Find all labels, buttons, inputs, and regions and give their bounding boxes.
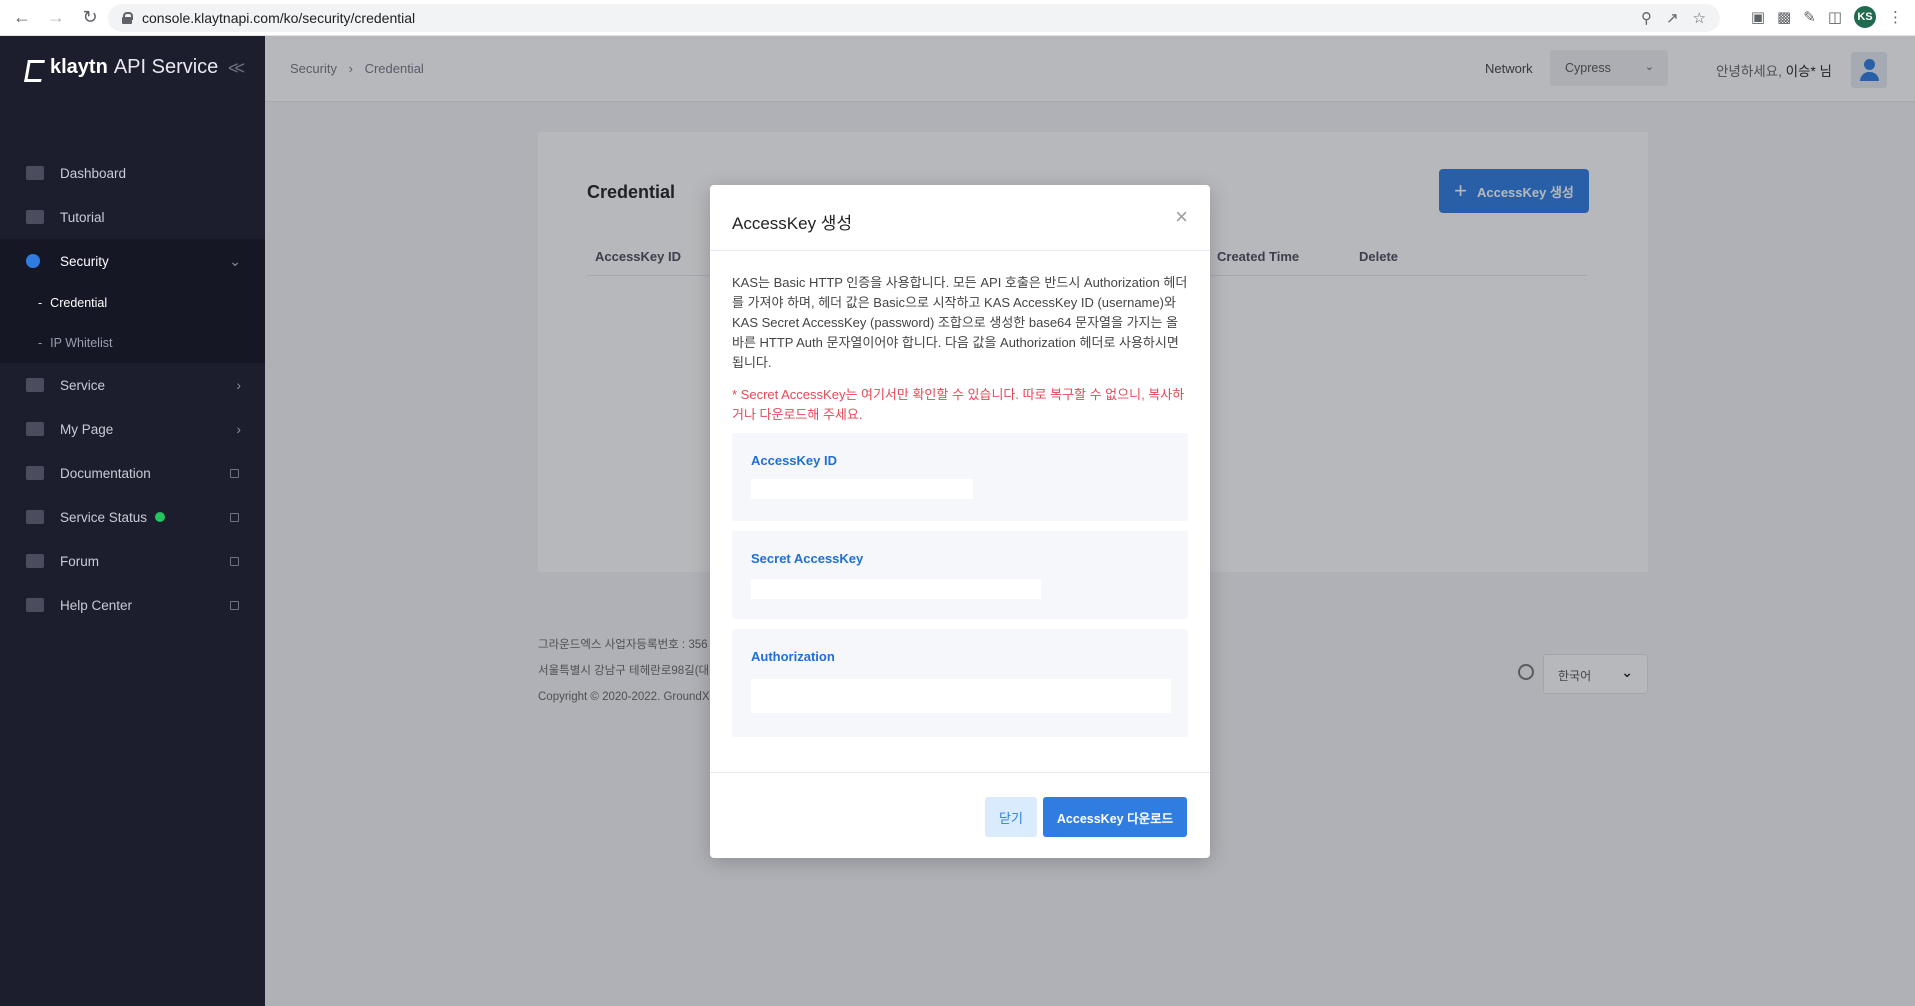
sidebar-item-tutorial[interactable]: Tutorial bbox=[0, 195, 265, 239]
sidebar-item-service-status[interactable]: Service Status bbox=[0, 495, 265, 539]
bookmark-star-icon[interactable]: ☆ bbox=[1693, 9, 1706, 27]
sidebar-menu: Dashboard Tutorial Security ⌄ - Credentia… bbox=[0, 151, 265, 627]
sidebar-item-dashboard[interactable]: Dashboard bbox=[0, 151, 265, 195]
external-link-icon bbox=[230, 468, 239, 478]
translate-icon[interactable]: ▩ bbox=[1777, 8, 1791, 26]
sidebar: klaytn API Service << Dashboard Tutorial… bbox=[0, 36, 265, 1006]
sidebar-item-documentation[interactable]: Documentation bbox=[0, 451, 265, 495]
address-bar[interactable]: console.klaytnapi.com/ko/security/creden… bbox=[108, 4, 1720, 32]
sidebar-item-my-page[interactable]: My Page › bbox=[0, 407, 265, 451]
sun-icon bbox=[26, 510, 44, 524]
field-label: AccessKey ID bbox=[751, 453, 837, 468]
headset-icon bbox=[26, 598, 44, 612]
back-icon[interactable]: ← bbox=[12, 7, 32, 28]
close-icon[interactable]: × bbox=[1175, 206, 1188, 228]
sidebar-item-help-center[interactable]: Help Center bbox=[0, 583, 265, 627]
close-button[interactable]: 닫기 bbox=[985, 797, 1037, 837]
extensions-icon[interactable]: ✎ bbox=[1803, 8, 1816, 26]
external-link-icon bbox=[230, 600, 239, 610]
user-icon bbox=[26, 422, 44, 436]
menu-icon[interactable]: ⋮ bbox=[1888, 8, 1903, 26]
sidebar-item-ip-whitelist[interactable]: - IP Whitelist bbox=[0, 323, 265, 363]
download-accesskey-button[interactable]: AccessKey 다운로드 bbox=[1043, 797, 1187, 837]
authorization-value[interactable] bbox=[751, 679, 1171, 713]
sidebar-item-service[interactable]: Service › bbox=[0, 363, 265, 407]
accesskey-id-field: AccessKey ID bbox=[732, 433, 1188, 521]
status-indicator bbox=[155, 512, 166, 522]
collapse-sidebar-icon[interactable]: << bbox=[228, 58, 245, 79]
lock-icon bbox=[122, 12, 133, 24]
sidepanel-icon[interactable]: ◫ bbox=[1828, 8, 1842, 26]
sidebar-item-credential[interactable]: - Credential bbox=[0, 283, 265, 323]
security-submenu: - Credential - IP Whitelist bbox=[0, 283, 265, 363]
profile-avatar[interactable]: KS bbox=[1854, 6, 1876, 28]
video-icon bbox=[26, 210, 44, 224]
reload-icon[interactable]: ↻ bbox=[80, 7, 100, 28]
browser-toolbar: ← → ↻ console.klaytnapi.com/ko/security/… bbox=[0, 0, 1915, 36]
accesskey-id-value[interactable] bbox=[751, 479, 973, 499]
mail-icon bbox=[26, 554, 44, 568]
external-link-icon bbox=[230, 512, 239, 522]
modal-body: KAS는 Basic HTTP 인증을 사용합니다. 모든 API 호출은 반드… bbox=[710, 251, 1210, 737]
chevron-down-icon: ⌄ bbox=[229, 252, 241, 269]
sidebar-item-forum[interactable]: Forum bbox=[0, 539, 265, 583]
url-text: console.klaytnapi.com/ko/security/creden… bbox=[142, 10, 416, 26]
field-label: Secret AccessKey bbox=[751, 551, 864, 566]
monitor-icon bbox=[26, 166, 44, 180]
field-label: Authorization bbox=[751, 649, 835, 664]
modal-header: AccessKey 생성 × bbox=[710, 185, 1210, 251]
sidebar-item-security[interactable]: Security ⌄ bbox=[0, 239, 265, 283]
key-icon[interactable]: ⚲ bbox=[1641, 9, 1652, 27]
create-accesskey-modal: AccessKey 생성 × KAS는 Basic HTTP 인증을 사용합니다… bbox=[710, 185, 1210, 858]
secret-accesskey-value[interactable] bbox=[751, 579, 1041, 599]
grid-icon bbox=[26, 378, 44, 392]
book-icon bbox=[26, 466, 44, 480]
chevron-right-icon: › bbox=[236, 421, 241, 437]
key-icon bbox=[26, 254, 40, 268]
logo[interactable]: klaytn API Service bbox=[24, 56, 218, 79]
modal-warning: * Secret AccessKey는 여기서만 확인할 수 있습니다. 따로 … bbox=[732, 387, 1185, 422]
authorization-field: Authorization bbox=[732, 629, 1188, 737]
external-link-icon bbox=[230, 556, 239, 566]
forward-icon[interactable]: → bbox=[46, 7, 66, 28]
modal-description: KAS는 Basic HTTP 인증을 사용합니다. 모든 API 호출은 반드… bbox=[732, 275, 1188, 370]
chevron-right-icon: › bbox=[236, 377, 241, 393]
secret-accesskey-field: Secret AccessKey bbox=[732, 531, 1188, 619]
klaytn-logo-icon bbox=[24, 57, 46, 79]
modal-title: AccessKey 생성 bbox=[732, 214, 853, 233]
modal-footer: 닫기 AccessKey 다운로드 bbox=[710, 772, 1210, 858]
cast-icon[interactable]: ▣ bbox=[1751, 8, 1765, 26]
share-icon[interactable]: ↗ bbox=[1666, 9, 1679, 27]
